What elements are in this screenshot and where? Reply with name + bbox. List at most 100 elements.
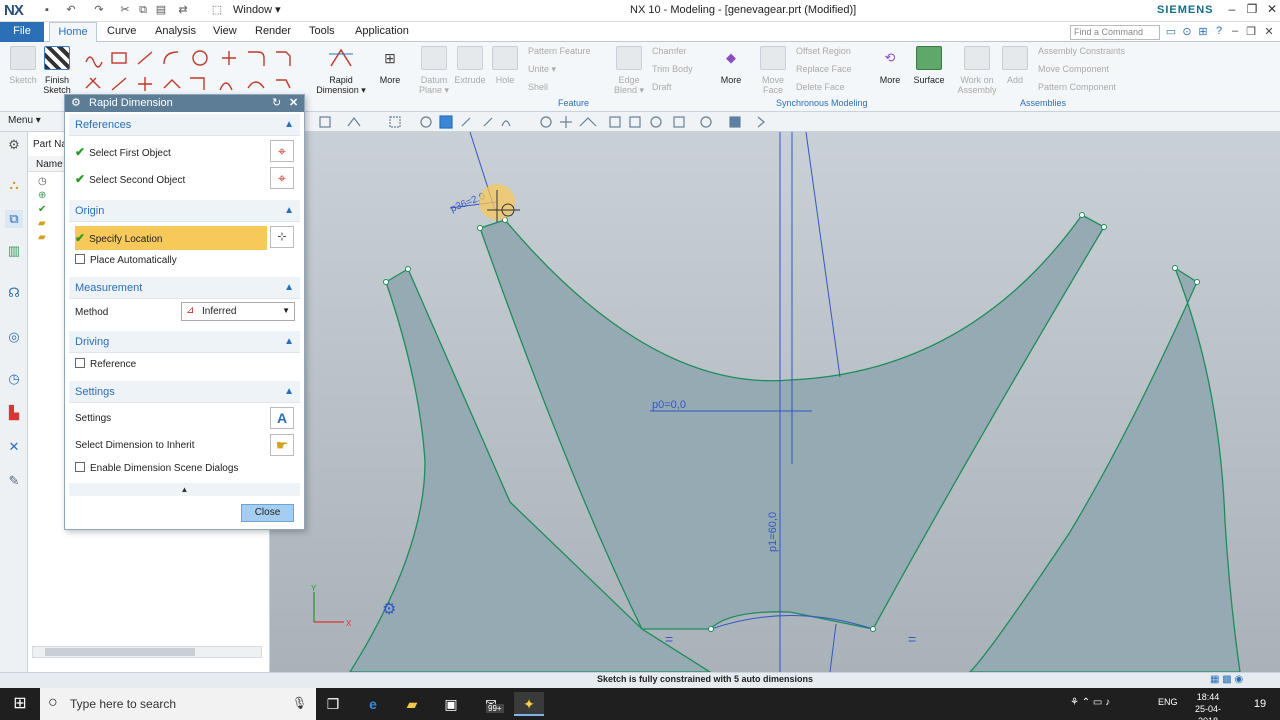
work-on-assembly-button[interactable]: Work on Assembly [956, 46, 998, 95]
pattern-feature-button[interactable]: Pattern Feature [528, 46, 591, 56]
tab-tools[interactable]: Tools [301, 22, 343, 42]
datum-plane-button[interactable]: Datum Plane ▾ [416, 46, 452, 95]
redo-icon[interactable]: ↷ [92, 4, 106, 17]
taskbar-search-input[interactable]: ○ Type here to search 🎙 [40, 688, 316, 720]
sketch-canvas[interactable]: p0=0,0 p1=60,0 p36=2,0 = = Y X ⚙ [270, 132, 1280, 672]
tab-render[interactable]: Render [247, 22, 299, 42]
tab-view[interactable]: View [205, 22, 245, 42]
tab-file[interactable]: File [0, 22, 44, 42]
copy-icon[interactable]: ⧉ [136, 4, 150, 17]
origin-section[interactable]: Origin ▲ [69, 200, 300, 222]
tab-application[interactable]: Application [347, 22, 417, 42]
offset-region-button[interactable]: Offset Region [796, 46, 851, 56]
status-icons[interactable]: ▦ ▩ ◉ [1210, 674, 1243, 685]
finish-sketch-button[interactable]: Finish Sketch [40, 46, 74, 95]
task-view-icon[interactable]: ❐ [318, 692, 348, 716]
minimize-icon[interactable]: – [1222, 2, 1242, 19]
help-icon[interactable]: ? [1212, 25, 1226, 39]
dialog-title-bar[interactable]: ⚙ Rapid Dimension ↻ ✕ [65, 95, 304, 112]
hd3d-tools-icon[interactable]: ☊ [5, 284, 23, 302]
close-window-icon[interactable]: ✕ [1262, 2, 1280, 19]
edge-browser-icon[interactable]: e [358, 692, 388, 716]
unite-button[interactable]: Unite ▾ [528, 64, 556, 75]
add-component-button[interactable]: Add [1002, 46, 1028, 85]
collapse-chevron-icon[interactable]: ▲ [284, 277, 294, 299]
more-feature-button[interactable]: ◆ More [716, 46, 746, 85]
ribbon-options-icon[interactable]: ▭ [1164, 25, 1178, 39]
more-sketch-button[interactable]: ⊞ More [374, 46, 406, 85]
reset-icon[interactable]: ↻ [272, 95, 281, 112]
reference-row[interactable]: Reference [75, 358, 136, 372]
menu-button[interactable]: Menu ▾ [8, 115, 41, 126]
hole-button[interactable]: Hole [490, 46, 520, 85]
doc-restore-icon[interactable]: ❐ [1244, 25, 1258, 39]
file-explorer-icon[interactable]: ▰ [397, 692, 427, 716]
cut-icon[interactable]: ✂ [118, 4, 132, 17]
settings-section[interactable]: Settings ▲ [69, 381, 300, 403]
surface-button[interactable]: Surface [910, 46, 948, 85]
doc-close-icon[interactable]: ✕ [1262, 25, 1276, 39]
process-studio-icon[interactable]: ▙ [5, 404, 23, 422]
draft-button[interactable]: Draft [652, 82, 672, 92]
pattern-component-button[interactable]: Pattern Component [1038, 82, 1116, 92]
enable-scene-dialogs-checkbox[interactable] [75, 462, 85, 472]
tab-analysis[interactable]: Analysis [147, 22, 204, 42]
place-automatically-row[interactable]: Place Automatically [75, 254, 177, 268]
collapse-chevron-icon[interactable]: ▲ [284, 381, 294, 403]
measurement-section[interactable]: Measurement ▲ [69, 277, 300, 299]
doc-minimize-icon[interactable]: – [1228, 25, 1242, 39]
window-menu[interactable]: Window ▾ [233, 3, 281, 16]
web-browser-icon[interactable]: ◎ [5, 328, 23, 346]
action-center-icon[interactable]: 19 [1248, 694, 1272, 714]
specify-location-row[interactable]: ✔ Specify Location [75, 226, 267, 250]
p0-dimension-label[interactable]: p0=0,0 [652, 399, 686, 411]
assembly-navigator-icon[interactable]: ⛬ [5, 176, 23, 194]
select-first-object-button[interactable]: ⌖ [270, 140, 294, 162]
place-automatically-checkbox[interactable] [75, 254, 85, 264]
collapse-chevron-icon[interactable]: ▲ [284, 200, 294, 222]
p1-dimension-label[interactable]: p1=60,0 [767, 512, 779, 552]
undo-icon[interactable]: ↶ [64, 4, 78, 17]
references-section[interactable]: References ▲ [69, 114, 300, 136]
edge-blend-button[interactable]: Edge Blend ▾ [612, 46, 646, 95]
select-second-object-button[interactable]: ⌖ [270, 167, 294, 189]
nx-taskbar-icon[interactable]: ✦ [514, 692, 544, 716]
select-second-object-row[interactable]: ✔ Select Second Object [75, 172, 185, 188]
history-icon[interactable]: ◷ [5, 370, 23, 388]
dialog-close-icon[interactable]: ✕ [289, 95, 298, 112]
driving-section[interactable]: Driving ▲ [69, 331, 300, 353]
assembly-constraints-button[interactable]: Assembly Constraints [1038, 46, 1125, 56]
horizontal-scrollbar[interactable] [32, 646, 262, 658]
select-first-object-row[interactable]: ✔ Select First Object [75, 145, 171, 161]
replace-face-button[interactable]: Replace Face [796, 64, 852, 74]
reuse-library-icon[interactable]: ▥ [5, 242, 23, 260]
collapse-chevron-icon[interactable]: ▲ [284, 331, 294, 353]
paste-icon[interactable]: ▤ [154, 4, 168, 17]
collapse-chevron-icon[interactable]: ▲ [284, 114, 294, 136]
windows-start-icon[interactable]: ⊞ [0, 688, 40, 720]
roles-icon[interactable]: ⊞ [1196, 25, 1210, 39]
tray-icons[interactable]: ⚘ ⌃ ▭ ♪ [1070, 697, 1110, 708]
clock[interactable]: 18:44 25-04-2018 [1185, 691, 1231, 720]
microphone-icon[interactable]: 🎙 [292, 696, 307, 710]
part-navigator-icon[interactable]: ⧉ [5, 210, 23, 228]
scrollbar-thumb[interactable] [45, 648, 195, 656]
tab-curve[interactable]: Curve [99, 22, 144, 42]
inherit-dimension-button[interactable]: ☛ [270, 434, 294, 456]
sketch-button[interactable]: Sketch [6, 46, 40, 85]
repeat-command-icon[interactable]: ⇄ [176, 4, 190, 17]
chamfer-button[interactable]: Chamfer [652, 46, 687, 56]
shell-button[interactable]: Shell [528, 82, 548, 92]
touch-mode-icon[interactable]: ⬚ [210, 4, 224, 17]
move-face-button[interactable]: Move Face [758, 46, 788, 95]
save-icon[interactable]: ▪ [40, 4, 54, 17]
manufacturing-wizards-icon[interactable]: ✕ [5, 438, 23, 456]
language-indicator[interactable]: ENG [1158, 697, 1178, 707]
trim-body-button[interactable]: Trim Body [652, 64, 693, 74]
expand-collapse-bar[interactable]: ▲ [69, 483, 300, 496]
more-sync-button[interactable]: ⟲ More [876, 46, 904, 85]
extrude-button[interactable]: Extrude [452, 46, 488, 85]
close-button[interactable]: Close [241, 504, 294, 522]
settings-gear-icon[interactable]: ⚙ [5, 136, 23, 154]
restore-icon[interactable]: ❐ [1242, 2, 1262, 19]
